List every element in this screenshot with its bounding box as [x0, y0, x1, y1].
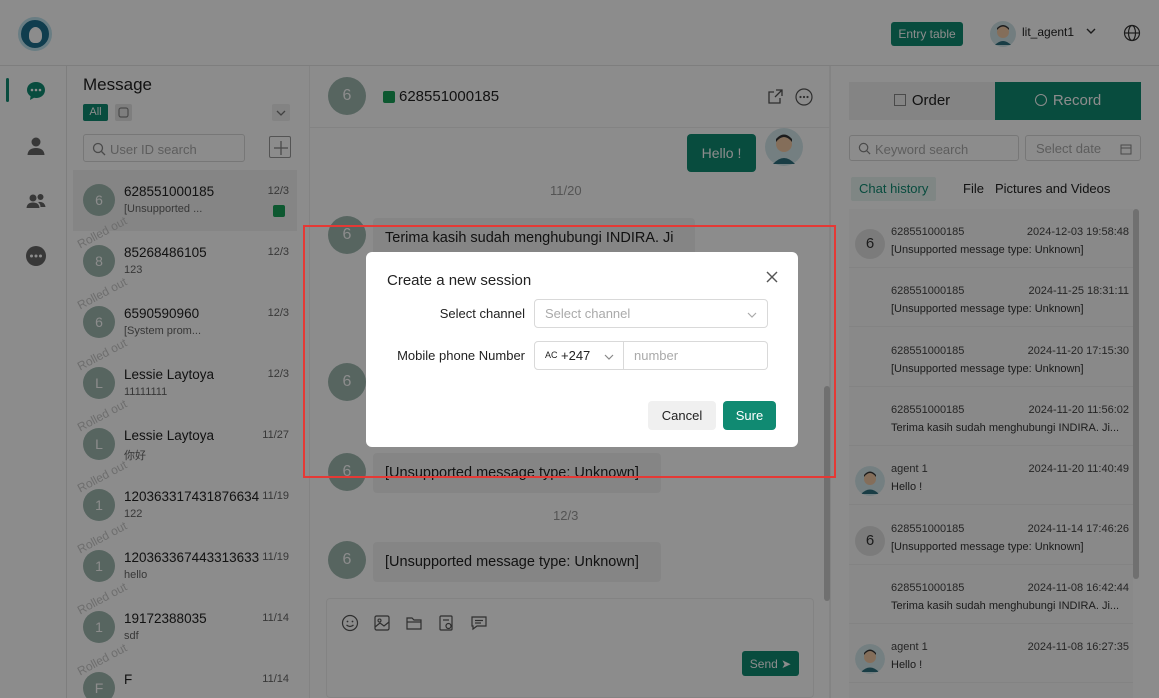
phone-label: Mobile phone Number	[397, 348, 525, 363]
country-code-select[interactable]: AC +247	[534, 341, 624, 370]
country-flag-label: AC	[545, 350, 558, 360]
create-session-dialog: Create a new session Select channel Sele…	[366, 252, 798, 447]
close-icon[interactable]	[765, 270, 779, 284]
country-code-value: +247	[561, 348, 591, 363]
chevron-down-icon	[604, 354, 614, 360]
chevron-down-icon	[747, 312, 757, 318]
dialog-title: Create a new session	[387, 272, 532, 289]
channel-select[interactable]: Select channel	[534, 299, 768, 328]
channel-select-placeholder: Select channel	[545, 306, 631, 321]
phone-number-input[interactable]	[624, 341, 768, 370]
cancel-button[interactable]: Cancel	[648, 401, 716, 430]
channel-label: Select channel	[439, 306, 525, 321]
sure-button[interactable]: Sure	[723, 401, 776, 430]
